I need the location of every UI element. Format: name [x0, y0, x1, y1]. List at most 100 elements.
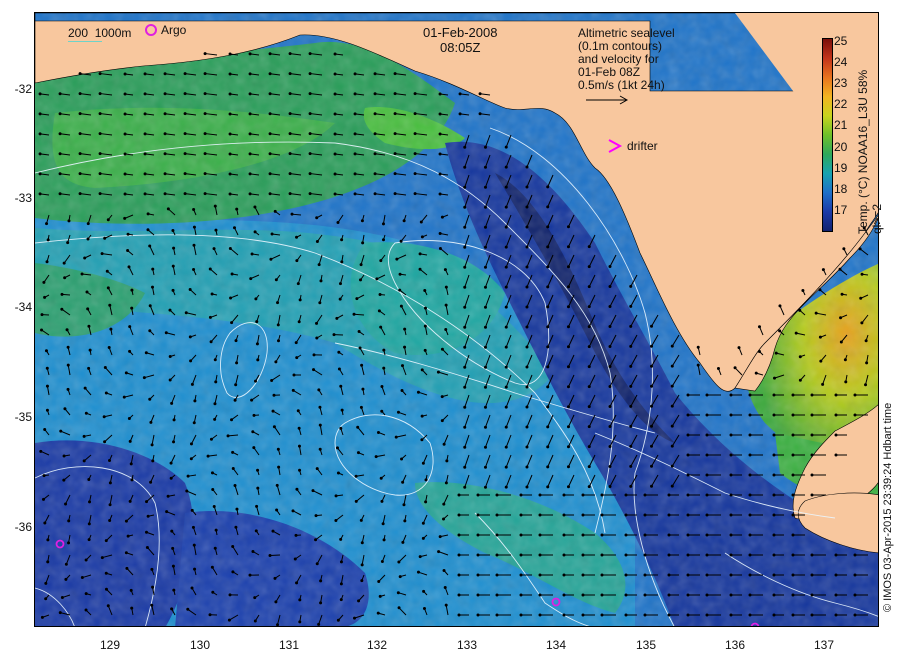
velocity-arrow-head [483, 185, 487, 189]
velocity-arrow-head [495, 593, 499, 597]
velocity-arrow-head [378, 594, 382, 598]
velocity-arrow-head [311, 489, 315, 493]
velocity-arrow-head [98, 72, 102, 76]
velocity-arrow-head [62, 261, 66, 265]
velocity-arrow-head [203, 92, 207, 96]
velocity-arrow-head [853, 593, 857, 597]
velocity-arrow-head [476, 573, 480, 577]
velocity-arrow-head [566, 325, 570, 329]
velocity-arrow-head [381, 238, 385, 242]
velocity-arrow-head [772, 513, 776, 517]
velocity-arrow-head [268, 92, 272, 96]
velocity-arrow-head [608, 405, 612, 409]
velocity-arrow-head [696, 345, 700, 349]
velocity-arrow-head [149, 480, 153, 484]
velocity-arrow-head [798, 355, 802, 359]
velocity-arrow-head [373, 152, 377, 156]
velocity-arrow-head [587, 425, 591, 429]
velocity-arrow-head [504, 445, 508, 449]
velocity-arrow-head [146, 212, 150, 216]
velocity-arrow-head [248, 72, 252, 76]
velocity-arrow-head [40, 313, 44, 317]
velocity-arrow-head [525, 245, 529, 249]
velocity-arrow-head [402, 503, 406, 507]
velocity-arrow-head [275, 483, 279, 487]
velocity-arrow-head [581, 493, 585, 497]
velocity-arrow-head [463, 265, 467, 269]
velocity-arrow-head [705, 393, 709, 397]
argo-legend-label: Argo [161, 23, 187, 37]
velocity-arrow-head [109, 327, 113, 331]
velocity-arrow-head [834, 393, 838, 397]
velocity-arrow-head [211, 590, 215, 594]
velocity-arrow-head [608, 385, 612, 389]
velocity-arrow-head [374, 455, 378, 459]
velocity-arrow-head [148, 304, 152, 308]
velocity-arrow-head [670, 364, 674, 368]
altimetry-note: Altimetric sealevel (0.1m contours) and … [578, 27, 675, 92]
velocity-arrow-head [667, 533, 671, 537]
velocity-arrow-head [145, 545, 149, 549]
velocity-arrow-head [298, 468, 302, 472]
velocity-arrow-head [670, 344, 674, 348]
velocity-arrow-head [234, 525, 238, 529]
velocity-arrow-head [276, 339, 280, 343]
velocity-arrow-head [106, 604, 110, 608]
velocity-arrow-head [171, 564, 175, 568]
velocity-arrow-head [814, 311, 818, 315]
velocity-arrow-head [504, 285, 508, 289]
velocity-arrow-head [624, 493, 628, 497]
velocity-arrow-head [339, 598, 343, 602]
velocity-arrow-head [834, 453, 838, 457]
velocity-arrow-head [504, 145, 508, 149]
velocity-arrow-head [643, 613, 647, 617]
sst-map[interactable] [34, 12, 879, 627]
velocity-arrow-head [495, 573, 499, 577]
velocity-arrow-head [295, 356, 299, 360]
velocity-arrow-head [315, 562, 319, 566]
velocity-arrow-head [183, 152, 187, 156]
velocity-arrow-head [150, 285, 154, 289]
velocity-arrow-head [148, 244, 152, 248]
velocity-arrow-head [587, 365, 591, 369]
velocity-arrow-head [213, 358, 217, 362]
velocity-arrow-head [143, 152, 147, 156]
velocity-arrow-head [778, 304, 782, 308]
velocity-arrow-head [106, 218, 110, 222]
velocity-arrow-head [336, 471, 340, 475]
velocity-arrow-head [40, 328, 44, 332]
velocity-arrow-head [810, 413, 814, 417]
velocity-arrow-head [821, 382, 825, 386]
velocity-arrow-head [463, 305, 467, 309]
velocity-arrow-head [729, 473, 733, 477]
velocity-arrow-head [45, 408, 49, 412]
velocity-arrow-head [123, 192, 127, 196]
velocity-arrow-head [772, 473, 776, 477]
velocity-arrow-head [359, 518, 363, 522]
velocity-arrow-head [319, 579, 323, 583]
velocity-arrow-head [442, 502, 446, 506]
velocity-arrow-head [791, 573, 795, 577]
velocity-arrow-head [403, 345, 407, 349]
velocity-arrow-head [163, 172, 167, 176]
velocity-arrow-head [230, 272, 234, 276]
velocity-arrow-head [581, 513, 585, 517]
velocity-arrow-head [705, 553, 709, 557]
velocity-arrow-head [504, 325, 508, 329]
velocity-arrow-head [214, 528, 218, 532]
velocity-arrow-head [60, 595, 64, 599]
velocity-arrow-head [483, 405, 487, 409]
velocity-arrow-head [483, 445, 487, 449]
velocity-arrow-head [233, 483, 237, 487]
velocity-arrow-head [373, 192, 377, 196]
velocity-arrow-head [169, 476, 173, 480]
velocity-arrow-head [231, 545, 235, 549]
velocity-arrow-head [333, 152, 337, 156]
velocity-arrow-head [483, 145, 487, 149]
velocity-arrow-head [478, 112, 482, 116]
velocity-arrow-head [126, 249, 130, 253]
velocity-arrow-head [63, 276, 67, 280]
velocity-arrow-head [171, 546, 175, 550]
velocity-arrow-head [67, 541, 71, 545]
velocity-arrow-head [381, 522, 385, 526]
